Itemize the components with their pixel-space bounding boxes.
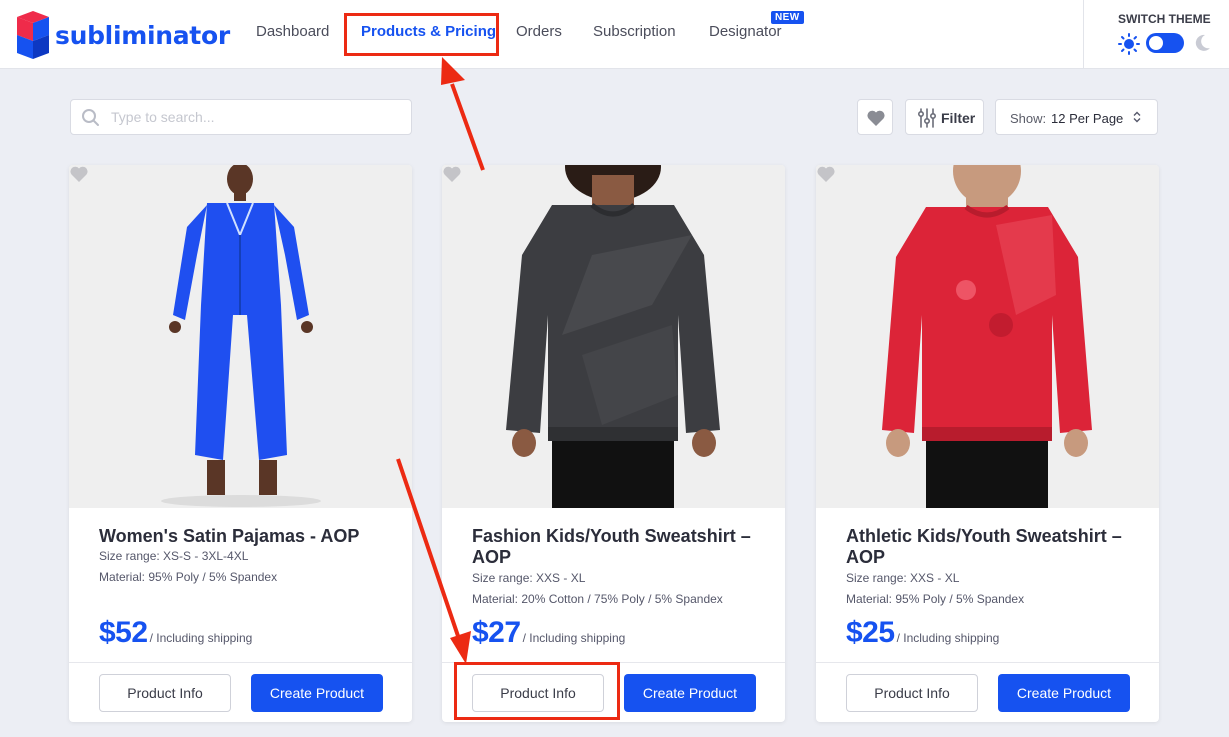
- price-row: $27 / Including shipping: [472, 616, 625, 650]
- product-material: Material: 95% Poly / 5% Spandex: [99, 570, 278, 584]
- product-image[interactable]: [816, 165, 1159, 508]
- top-navigation-bar: subliminator Dashboard Products & Pricin…: [0, 0, 1229, 69]
- card-divider: [816, 662, 1159, 663]
- create-product-button[interactable]: Create Product: [998, 674, 1130, 712]
- per-page-value: 12 Per Page: [1051, 111, 1124, 126]
- brand-name: subliminator: [55, 20, 230, 50]
- search-icon: [82, 109, 99, 126]
- sliders-icon: [918, 108, 936, 128]
- per-page-prefix: Show:: [1010, 111, 1047, 126]
- create-product-button[interactable]: Create Product: [624, 674, 756, 712]
- nav-orders[interactable]: Orders: [516, 23, 562, 40]
- product-material: Material: 95% Poly / 5% Spandex: [846, 592, 1025, 606]
- create-product-button[interactable]: Create Product: [251, 674, 383, 712]
- product-image[interactable]: [442, 165, 785, 508]
- search-input[interactable]: [111, 107, 401, 127]
- product-info-button[interactable]: Product Info: [99, 674, 231, 712]
- favorite-heart-icon[interactable]: [442, 165, 462, 183]
- product-card: Women's Satin Pajamas - AOP Size range: …: [69, 165, 412, 722]
- theme-switcher: SWITCH THEME: [1083, 0, 1229, 69]
- annotation-highlight-product-info: [454, 662, 620, 720]
- search-box: [70, 99, 412, 135]
- favorite-heart-icon[interactable]: [69, 165, 89, 183]
- product-card: Fashion Kids/Youth Sweatshirt – AOP Size…: [442, 165, 785, 722]
- brand-logo[interactable]: subliminator: [15, 11, 230, 59]
- product-title[interactable]: Fashion Kids/Youth Sweatshirt – AOP: [472, 526, 772, 568]
- product-price: $52: [99, 616, 148, 649]
- sweatshirt-figure: [816, 165, 1159, 508]
- price-note: / Including shipping: [149, 631, 253, 645]
- subliminator-logo-icon: [17, 11, 49, 59]
- favorite-heart-icon[interactable]: [816, 165, 836, 183]
- sun-icon[interactable]: [1118, 33, 1140, 55]
- toggle-knob: [1149, 36, 1163, 50]
- product-card: Athletic Kids/Youth Sweatshirt – AOP Siz…: [816, 165, 1159, 722]
- product-price: $27: [472, 616, 521, 649]
- sort-arrows-icon: [1133, 111, 1141, 123]
- new-badge: NEW: [771, 11, 804, 24]
- price-note: / Including shipping: [522, 631, 626, 645]
- nav-designator[interactable]: Designator: [709, 23, 782, 40]
- nav-subscription[interactable]: Subscription: [593, 23, 676, 40]
- product-info-button[interactable]: Product Info: [846, 674, 978, 712]
- nav-dashboard[interactable]: Dashboard: [256, 23, 329, 40]
- product-title[interactable]: Athletic Kids/Youth Sweatshirt – AOP: [846, 526, 1146, 568]
- product-size-range: Size range: XXS - XL: [472, 571, 586, 585]
- product-image[interactable]: [69, 165, 412, 508]
- product-size-range: Size range: XS-S - 3XL-4XL: [99, 549, 249, 563]
- price-row: $25 / Including shipping: [846, 616, 999, 650]
- price-note: / Including shipping: [896, 631, 1000, 645]
- theme-toggle[interactable]: [1146, 33, 1184, 53]
- sweatshirt-figure: [442, 165, 785, 508]
- card-divider: [69, 662, 412, 663]
- pajamas-figure: [69, 165, 412, 508]
- filter-button[interactable]: Filter: [905, 99, 984, 135]
- product-size-range: Size range: XXS - XL: [846, 571, 960, 585]
- favorites-filter-button[interactable]: [857, 99, 893, 135]
- price-row: $52 / Including shipping: [99, 616, 252, 650]
- moon-icon[interactable]: [1192, 33, 1212, 53]
- theme-label: SWITCH THEME: [1118, 12, 1211, 26]
- product-material: Material: 20% Cotton / 75% Poly / 5% Spa…: [472, 592, 723, 606]
- product-price: $25: [846, 616, 895, 649]
- annotation-highlight-nav: [344, 13, 499, 56]
- product-title[interactable]: Women's Satin Pajamas - AOP: [99, 526, 399, 547]
- filter-label: Filter: [941, 110, 976, 126]
- heart-icon: [867, 110, 885, 126]
- per-page-select[interactable]: Show: 12 Per Page: [995, 99, 1158, 135]
